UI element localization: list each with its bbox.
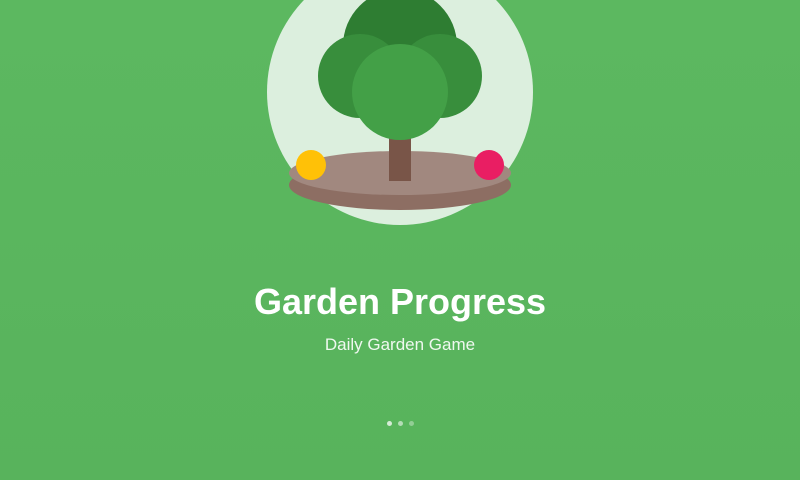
tree-on-soil-illustration	[267, 0, 533, 225]
page-dot-3[interactable]	[408, 421, 414, 426]
yellow-fruit	[296, 150, 326, 180]
page-indicator	[0, 421, 800, 429]
pink-fruit	[474, 150, 504, 180]
splash-screen: Garden Progress Daily Garden Game	[0, 0, 800, 480]
page-dot-1[interactable]	[386, 421, 392, 426]
canopy-front	[352, 44, 448, 140]
page-dot-2[interactable]	[397, 421, 403, 426]
app-title: Garden Progress	[253, 281, 547, 322]
app-subtitle: Daily Garden Game	[324, 335, 476, 354]
